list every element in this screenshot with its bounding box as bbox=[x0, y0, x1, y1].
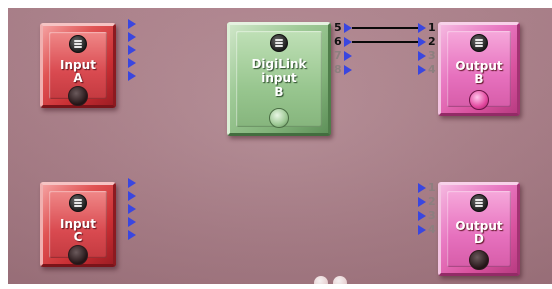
port-arrow-icon[interactable] bbox=[418, 23, 426, 33]
port-arrow-icon[interactable] bbox=[344, 37, 352, 47]
port-number: 2 bbox=[428, 195, 436, 208]
port-arrow-icon[interactable] bbox=[344, 51, 352, 61]
connection-wire[interactable] bbox=[352, 27, 418, 29]
port-arrow-icon[interactable] bbox=[128, 230, 136, 240]
port-arrow-icon[interactable] bbox=[128, 217, 136, 227]
port-number: 1 bbox=[428, 21, 436, 34]
block-menu-button[interactable] bbox=[470, 34, 488, 52]
port-number: 3 bbox=[428, 209, 436, 222]
port-arrow-icon[interactable] bbox=[418, 51, 426, 61]
input-a-block[interactable]: Input A bbox=[40, 23, 116, 108]
block-title-line2: A bbox=[73, 71, 83, 85]
port-arrow-icon[interactable] bbox=[128, 45, 136, 55]
port-arrow-icon[interactable] bbox=[418, 183, 426, 193]
block-menu-button[interactable] bbox=[69, 35, 87, 53]
port-number: 7 bbox=[334, 49, 342, 62]
status-led-icon bbox=[68, 245, 88, 265]
port-number: 4 bbox=[428, 63, 436, 76]
port-arrow-icon[interactable] bbox=[128, 178, 136, 188]
block-menu-button[interactable] bbox=[470, 194, 488, 212]
decorative-dot bbox=[333, 276, 347, 284]
output-d-block[interactable]: Output D bbox=[438, 182, 520, 276]
decorative-dot bbox=[314, 276, 328, 284]
block-title-line2: D bbox=[474, 232, 484, 246]
block-title-line3: B bbox=[274, 85, 284, 99]
status-led-icon bbox=[469, 90, 489, 110]
digilink-input-b-block[interactable]: DigiLink input B bbox=[227, 22, 331, 136]
port-arrow-icon[interactable] bbox=[128, 32, 136, 42]
block-menu-button[interactable] bbox=[69, 194, 87, 212]
port-arrow-icon[interactable] bbox=[128, 204, 136, 214]
port-number: 6 bbox=[334, 35, 342, 48]
block-title-line2: input bbox=[261, 71, 297, 85]
block-title-line2: C bbox=[73, 230, 83, 244]
port-arrow-icon[interactable] bbox=[128, 71, 136, 81]
port-number: 4 bbox=[428, 223, 436, 236]
routing-canvas[interactable]: Input A Input C DigiLink input B 5 6 7 8… bbox=[8, 8, 552, 284]
status-led-icon bbox=[469, 250, 489, 270]
port-number: 8 bbox=[334, 63, 342, 76]
port-number: 2 bbox=[428, 35, 436, 48]
input-c-block[interactable]: Input C bbox=[40, 182, 116, 267]
port-number: 1 bbox=[428, 181, 436, 194]
connection-wire[interactable] bbox=[352, 41, 418, 43]
port-arrow-icon[interactable] bbox=[418, 225, 426, 235]
port-number: 3 bbox=[428, 49, 436, 62]
port-arrow-icon[interactable] bbox=[128, 19, 136, 29]
port-arrow-icon[interactable] bbox=[344, 23, 352, 33]
output-b-block[interactable]: Output B bbox=[438, 22, 520, 116]
port-arrow-icon[interactable] bbox=[128, 191, 136, 201]
port-arrow-icon[interactable] bbox=[344, 65, 352, 75]
port-arrow-icon[interactable] bbox=[418, 197, 426, 207]
port-arrow-icon[interactable] bbox=[418, 211, 426, 221]
port-number: 5 bbox=[334, 21, 342, 34]
block-menu-button[interactable] bbox=[270, 34, 288, 52]
block-title-line1: DigiLink bbox=[251, 57, 307, 71]
port-arrow-icon[interactable] bbox=[128, 58, 136, 68]
block-title-line2: B bbox=[474, 72, 484, 86]
port-arrow-icon[interactable] bbox=[418, 37, 426, 47]
status-led-icon bbox=[68, 86, 88, 106]
port-arrow-icon[interactable] bbox=[418, 65, 426, 75]
status-led-icon bbox=[269, 108, 289, 128]
